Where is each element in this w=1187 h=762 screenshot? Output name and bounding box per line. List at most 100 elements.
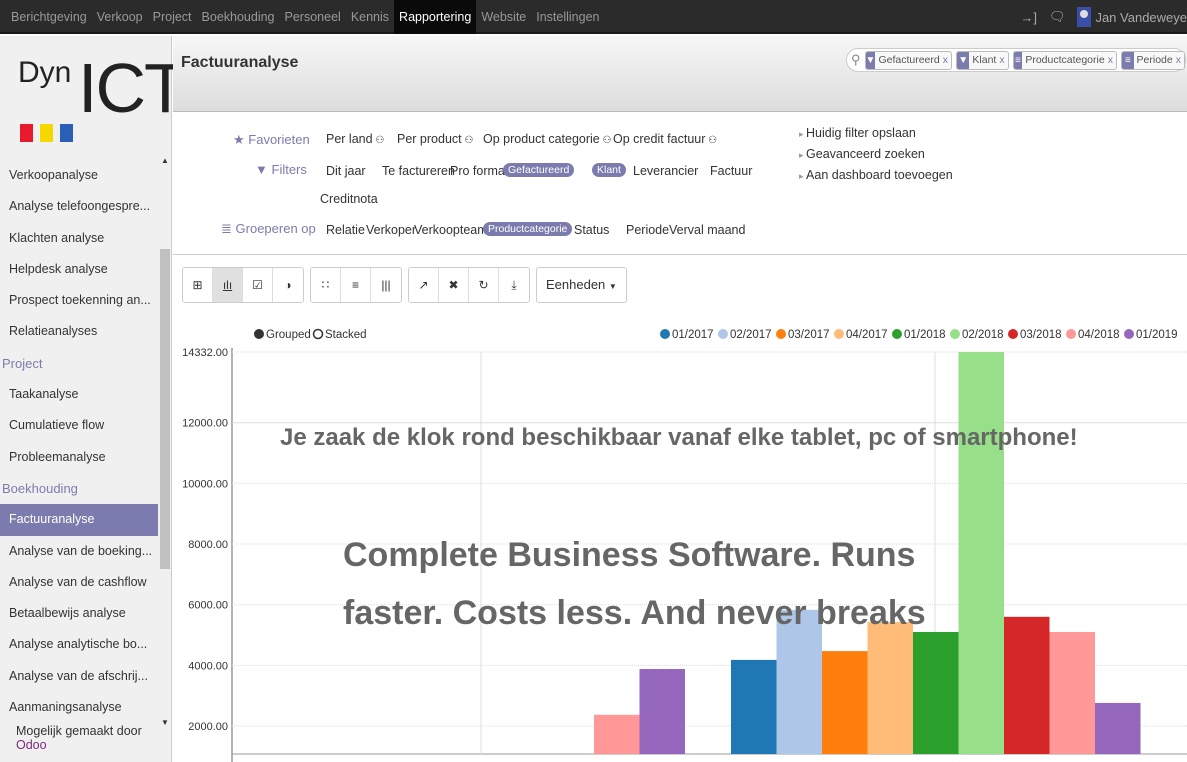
flip-axis-button[interactable]: ✖ (439, 268, 469, 302)
sidebar-item[interactable]: Analyse van de afschrij... (0, 661, 158, 692)
facet-remove-button[interactable]: x (1108, 54, 1116, 66)
filter-option[interactable]: Gefactureerd (503, 163, 575, 177)
download-button[interactable]: ⤓ (499, 268, 529, 302)
logout-icon[interactable]: →] (1020, 10, 1037, 25)
menu-berichtgeving[interactable]: Berichtgeving (6, 0, 92, 34)
sidebar-item[interactable]: Cumulatieve flow (0, 410, 158, 441)
scroll-up-icon[interactable]: ▲ (161, 156, 169, 165)
pie-chart-button[interactable]: ◑ (273, 268, 303, 302)
legend-label[interactable]: 03/2018 (1020, 329, 1062, 341)
bar-01-2017[interactable] (731, 659, 777, 754)
legend-marker[interactable] (718, 329, 728, 339)
stacked-radio[interactable] (312, 328, 324, 340)
legend-label[interactable]: 01/2019 (1136, 329, 1178, 341)
bar-04-2018[interactable] (594, 714, 640, 754)
menu-personeel[interactable]: Personeel (280, 0, 346, 34)
grouped-label[interactable]: Grouped (266, 329, 311, 341)
bar-03-2017[interactable] (822, 651, 868, 754)
sidebar-item[interactable]: Analyse van de boeking... (0, 536, 158, 567)
pivot-table-button[interactable]: ⊞ (183, 268, 213, 302)
sidebar-item[interactable]: Analyse telefoongespre... (0, 191, 158, 222)
bar-04-2018[interactable] (1049, 631, 1096, 754)
user-menu[interactable]: Jan Vandeweye (1077, 7, 1187, 27)
filter-option[interactable]: Klant (592, 163, 626, 177)
scrollbar-thumb[interactable] (160, 249, 170, 569)
favorite-item[interactable]: Op product categorie ⚇ (483, 132, 612, 146)
legend-label[interactable]: 02/2017 (730, 329, 772, 341)
filter-option[interactable]: Leverancier (633, 164, 698, 178)
sidebar-item[interactable]: Factuuranalyse (0, 504, 158, 536)
menu-kennis[interactable]: Kennis (346, 0, 394, 34)
legend-marker[interactable] (776, 329, 786, 339)
favorite-item[interactable]: Per product ⚇ (397, 132, 473, 146)
bar-chart-button[interactable]: ılı (213, 268, 243, 302)
legend-label[interactable]: 04/2018 (1078, 329, 1120, 341)
facet-remove-button[interactable]: x (943, 54, 951, 66)
sidebar-item[interactable]: Klachten analyse (0, 223, 158, 254)
groupby-option[interactable]: Productcategorie (483, 222, 573, 236)
bar-02-2017[interactable] (776, 609, 823, 754)
search-action-link[interactable]: Geavanceerd zoeken (799, 147, 925, 161)
sidebar-item[interactable]: Taakanalyse (0, 379, 158, 410)
sidebar-item[interactable]: Betaalbewijs analyse (0, 598, 158, 629)
filter-option[interactable]: Pro forma (450, 164, 505, 178)
groupby-option[interactable]: Verkoper (366, 223, 416, 237)
menu-website[interactable]: Website (476, 0, 531, 34)
sidebar-item[interactable]: Analyse van de cashflow (0, 567, 158, 598)
filter-option[interactable]: Creditnota (320, 192, 378, 206)
search-action-link[interactable]: Huidig filter opslaan (799, 126, 916, 140)
bar-01-2019[interactable] (1095, 702, 1141, 754)
rows-button[interactable]: ≡ (341, 268, 371, 302)
sidebar-item[interactable]: Aanmaningsanalyse (0, 692, 158, 723)
bar-01-2019[interactable] (639, 668, 686, 754)
filter-option[interactable]: Dit jaar (326, 164, 366, 178)
odoo-link[interactable]: Odoo (16, 738, 47, 752)
groupby-option[interactable]: Verkoopteam (414, 223, 488, 237)
columns-button[interactable]: ||| (371, 268, 401, 302)
groupby-option[interactable]: Status (574, 223, 609, 237)
legend-label[interactable]: 01/2017 (672, 329, 714, 341)
menu-boekhouding[interactable]: Boekhouding (197, 0, 280, 34)
legend-marker[interactable] (1008, 329, 1018, 339)
legend-marker[interactable] (950, 329, 960, 339)
favorite-item[interactable]: Per land ⚇ (326, 132, 384, 146)
facet-remove-button[interactable]: x (1176, 54, 1184, 66)
menu-rapportering[interactable]: Rapportering (394, 0, 477, 34)
reload-button[interactable]: ↻ (469, 268, 499, 302)
menu-project[interactable]: Project (148, 0, 197, 34)
chat-icon[interactable]: 🗨 (1049, 9, 1066, 25)
sidebar-item[interactable]: Prospect toekenning an... (0, 285, 158, 316)
units-dropdown[interactable]: Eenheden ▼ (536, 267, 627, 303)
sidebar-item[interactable]: Verkoopanalyse (0, 160, 158, 191)
legend-label[interactable]: 04/2017 (846, 329, 888, 341)
filter-option[interactable]: Factuur (710, 164, 752, 178)
bar-03-2018[interactable] (1004, 616, 1050, 754)
legend-marker[interactable] (1066, 329, 1076, 339)
groupby-option[interactable]: Periode (626, 223, 669, 237)
filter-option[interactable]: Te factureren (382, 164, 455, 178)
bar-04-2017[interactable] (867, 621, 914, 754)
facet-remove-button[interactable]: x (999, 54, 1007, 66)
legend-marker[interactable] (892, 329, 902, 339)
menu-verkoop[interactable]: Verkoop (92, 0, 148, 34)
sidebar-item[interactable]: Probleemanalyse (0, 442, 158, 473)
sidebar-item[interactable]: Relatieanalyses (0, 316, 158, 347)
sidebar-item[interactable]: Analyse analytische bo... (0, 629, 158, 660)
bar-01-2018[interactable] (913, 631, 959, 754)
legend-label[interactable]: 02/2018 (962, 329, 1004, 341)
search-action-link[interactable]: Aan dashboard toevoegen (799, 168, 953, 182)
favorite-item[interactable]: Op credit factuur ⚇ (613, 132, 717, 146)
legend-marker[interactable] (834, 329, 844, 339)
sidebar-item[interactable]: Helpdesk analyse (0, 254, 158, 285)
stacked-label[interactable]: Stacked (325, 329, 367, 341)
legend-marker[interactable] (1124, 329, 1134, 339)
groupby-option[interactable]: Verval maand (669, 223, 745, 237)
legend-label[interactable]: 01/2018 (904, 329, 946, 341)
grid-button[interactable]: ∷ (311, 268, 341, 302)
groupby-option[interactable]: Relatie (326, 223, 365, 237)
menu-instellingen[interactable]: Instellingen (531, 0, 604, 34)
sidebar-scrollbar[interactable]: ▲ ▼ (158, 154, 172, 754)
grouped-radio[interactable] (254, 329, 264, 339)
legend-marker[interactable] (660, 329, 670, 339)
bar-02-2018[interactable] (958, 352, 1005, 754)
